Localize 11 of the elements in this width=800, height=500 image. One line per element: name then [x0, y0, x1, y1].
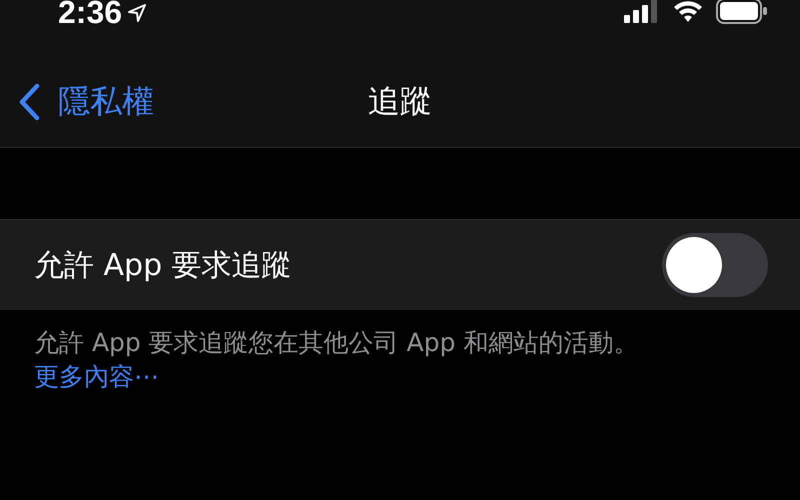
location-arrow-icon [126, 2, 148, 24]
back-button[interactable]: 隱私權 [18, 80, 154, 124]
wifi-icon [672, 0, 704, 23]
setting-label: 允許 App 要求追蹤 [34, 246, 292, 284]
more-link[interactable]: 更多內容⋯ [34, 362, 159, 391]
footer-description: 允許 App 要求追蹤您在其他公司 App 和網站的活動。 更多內容⋯ [34, 327, 640, 393]
chevron-left-icon [18, 82, 40, 120]
page-title: 追蹤 [368, 80, 432, 122]
battery-icon [716, 0, 768, 24]
signal-icon [624, 0, 660, 23]
clock-time: 2:36 [58, 0, 122, 31]
